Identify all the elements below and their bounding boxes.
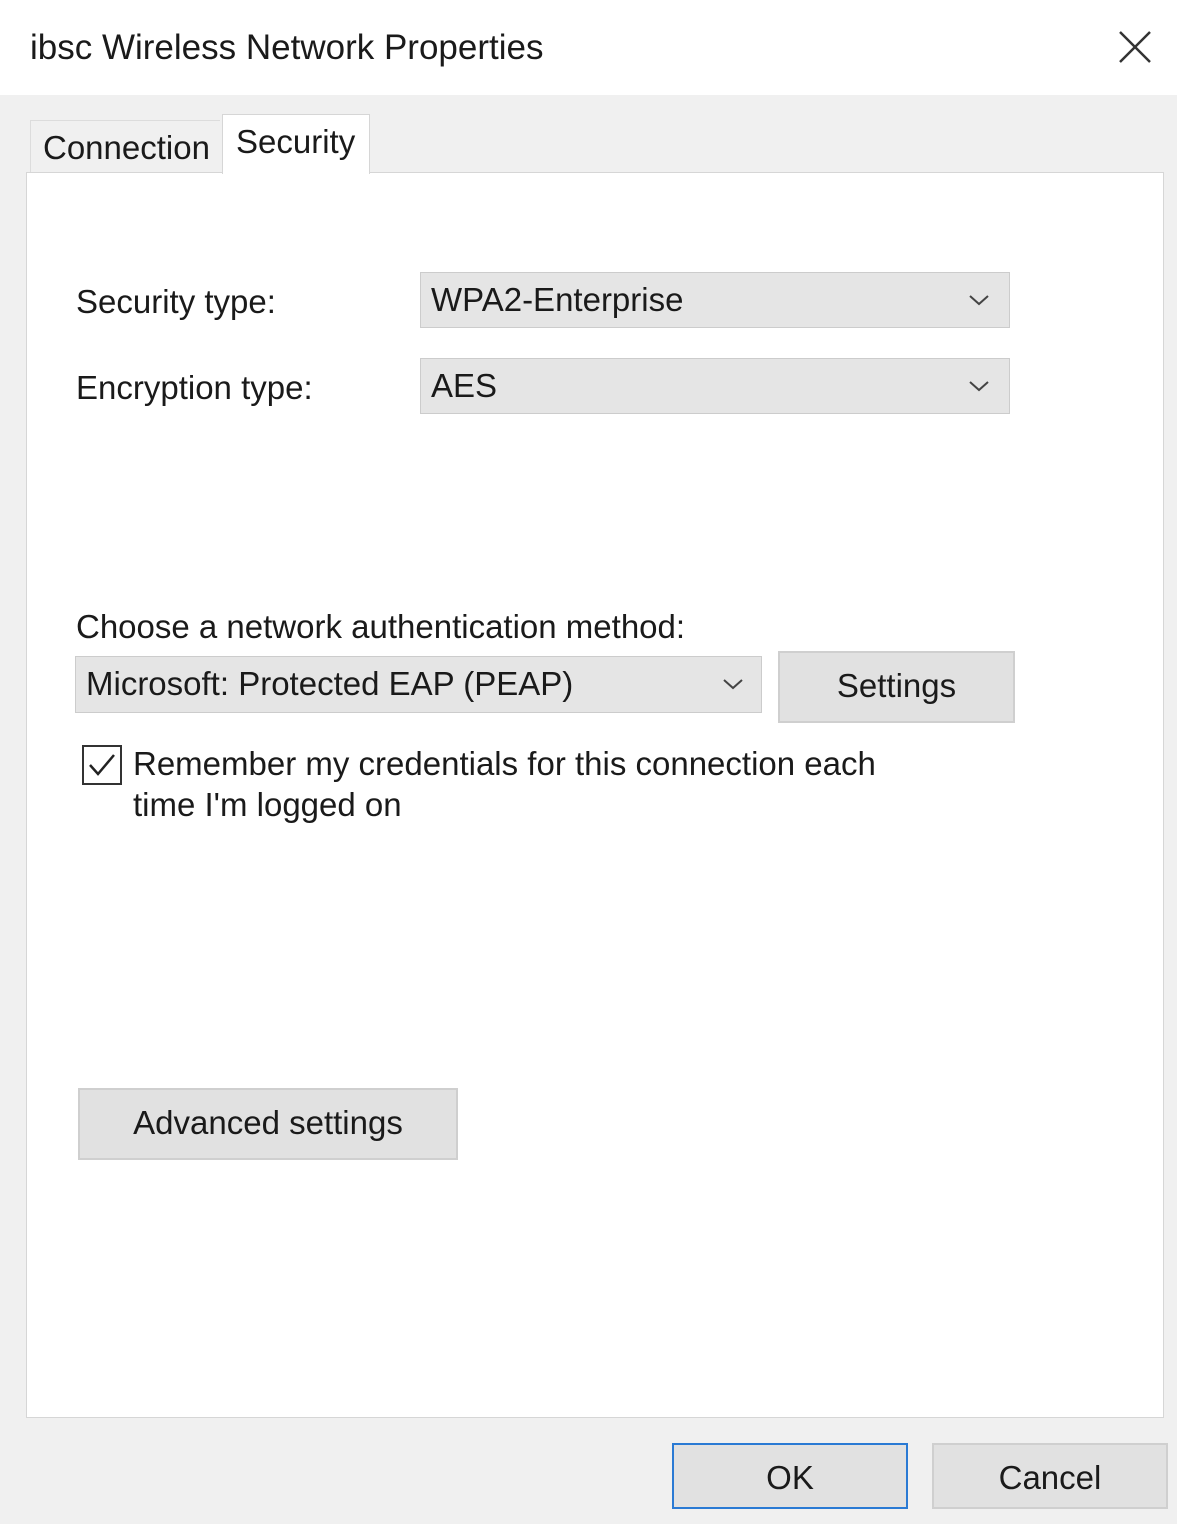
settings-button[interactable]: Settings (778, 651, 1015, 723)
encryption-type-value: AES (431, 367, 498, 404)
security-type-value: WPA2-Enterprise (431, 281, 684, 318)
checkmark-icon (89, 754, 115, 776)
window-title: ibsc Wireless Network Properties (30, 28, 544, 67)
remember-credentials-line1: Remember my credentials for this connect… (133, 745, 876, 782)
remember-credentials-label[interactable]: Remember my credentials for this connect… (133, 743, 876, 825)
close-button[interactable] (1110, 20, 1160, 74)
tab-security-label: Security (236, 123, 356, 160)
chevron-down-icon (969, 381, 989, 392)
ok-button-label: OK (766, 1459, 814, 1496)
remember-credentials-line2: time I'm logged on (133, 786, 402, 823)
security-type-label: Security type: (76, 283, 276, 320)
chevron-down-icon (723, 679, 743, 690)
advanced-settings-button[interactable]: Advanced settings (78, 1088, 458, 1160)
close-icon (1119, 31, 1151, 63)
tab-connection-label: Connection (43, 129, 210, 166)
chevron-down-icon (969, 295, 989, 306)
tab-connection[interactable]: Connection (30, 120, 220, 172)
advanced-settings-button-label: Advanced settings (133, 1104, 403, 1141)
auth-method-select[interactable]: Microsoft: Protected EAP (PEAP) (75, 656, 762, 713)
title-bar: ibsc Wireless Network Properties (0, 0, 1177, 95)
auth-method-value: Microsoft: Protected EAP (PEAP) (86, 665, 574, 702)
cancel-button[interactable]: Cancel (932, 1443, 1168, 1509)
settings-button-label: Settings (836, 667, 957, 704)
ok-button[interactable]: OK (672, 1443, 908, 1509)
auth-method-label: Choose a network authentication method: (76, 608, 686, 645)
remember-credentials-checkbox[interactable] (82, 745, 122, 785)
security-type-select[interactable]: WPA2-Enterprise (420, 272, 1010, 328)
encryption-type-select[interactable]: AES (420, 358, 1010, 414)
cancel-button-label: Cancel (998, 1459, 1102, 1496)
tab-security[interactable]: Security (222, 114, 370, 174)
encryption-type-label: Encryption type: (76, 369, 313, 406)
